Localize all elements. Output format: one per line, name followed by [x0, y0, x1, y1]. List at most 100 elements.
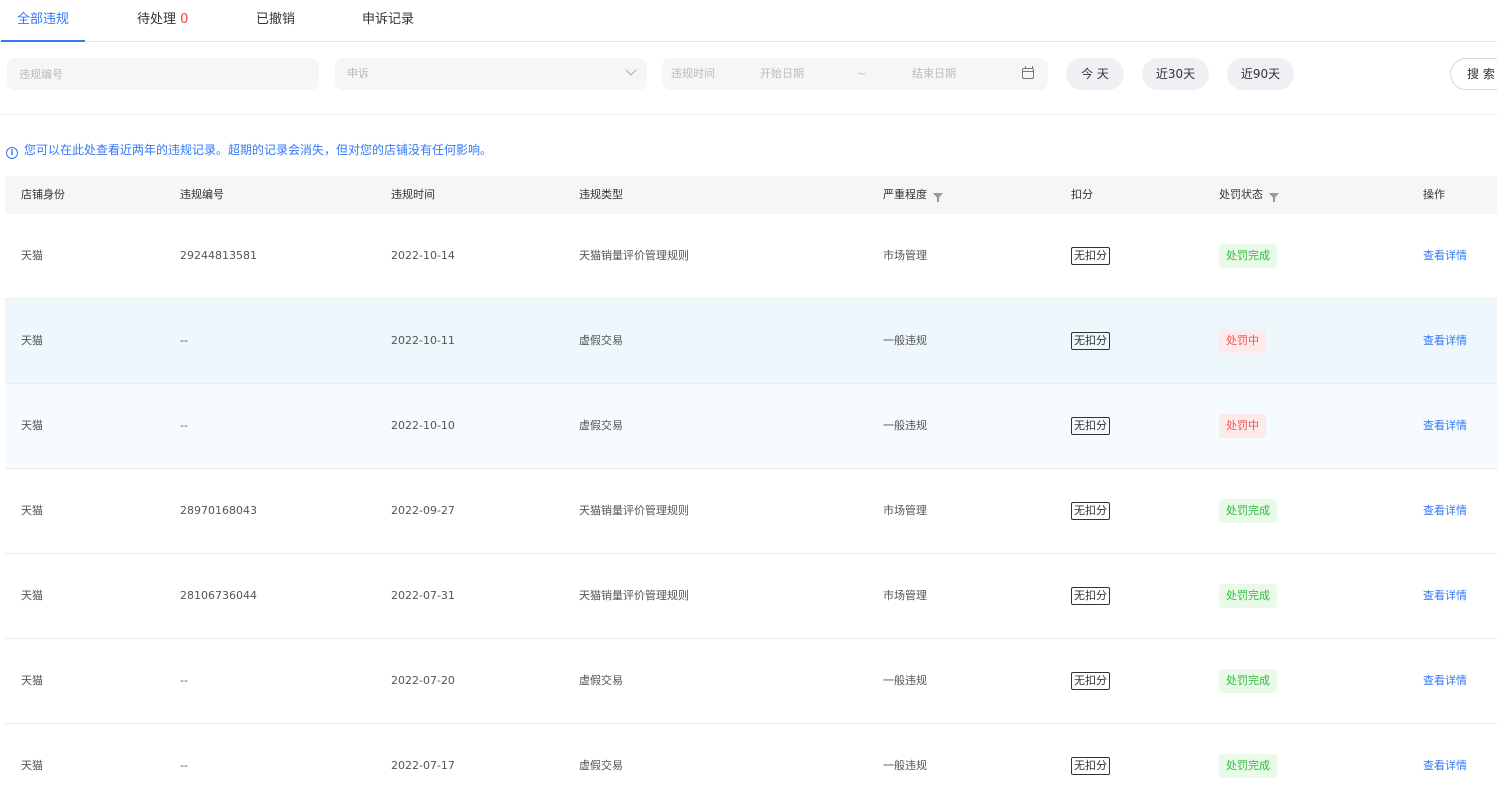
table-row: 天猫 28106736044 2022-07-31 天猫销量评价管理规则 市场管理 无扣分… [5, 554, 1497, 639]
cell-penalty-status: 处罚完成 [1219, 469, 1277, 553]
column-header-label: 处罚状态 [1219, 188, 1263, 201]
quick-90-days-button[interactable]: 近90天 [1227, 58, 1294, 90]
cell-deduction: 无扣分 [1071, 554, 1110, 638]
table-row: 天猫 28970168043 2022-09-27 天猫销量评价管理规则 市场管理 无扣分… [5, 469, 1497, 554]
cell-action: 查看详情 [1423, 384, 1467, 468]
view-details-link[interactable]: 查看详情 [1423, 759, 1467, 772]
column-header-severity: 严重程度 [883, 176, 943, 214]
cell-deduction: 无扣分 [1071, 214, 1110, 298]
cell-violation-id: -- [180, 334, 188, 347]
info-icon: i [6, 147, 18, 159]
deduction-tag: 无扣分 [1071, 332, 1110, 350]
column-header-action: 操作 [1423, 188, 1445, 201]
cell-action: 查看详情 [1423, 554, 1467, 638]
column-header-violation-id: 违规编号 [180, 188, 224, 201]
cell-penalty-status: 处罚中 [1219, 299, 1266, 383]
cell-violation-type: 虚假交易 [579, 334, 623, 347]
violation-id-input[interactable] [7, 58, 319, 90]
search-button[interactable]: 搜 索 [1450, 58, 1497, 90]
column-header-shop-identity: 店铺身份 [21, 188, 65, 201]
cell-violation-time: 2022-07-20 [391, 674, 455, 687]
cell-severity: 一般违规 [883, 674, 927, 687]
cell-violation-id: -- [180, 759, 188, 772]
date-range-separator: ~ [857, 67, 867, 80]
deduction-tag: 无扣分 [1071, 587, 1110, 605]
appeal-select[interactable]: 申诉 [335, 58, 647, 90]
cell-shop-identity: 天猫 [21, 249, 43, 262]
deduction-tag: 无扣分 [1071, 757, 1110, 775]
deduction-tag: 无扣分 [1071, 672, 1110, 690]
tab-revoked[interactable]: 已撤销 [256, 0, 295, 42]
column-header-violation-time: 违规时间 [391, 188, 435, 201]
calendar-icon[interactable] [1022, 66, 1034, 79]
filter-icon[interactable] [933, 193, 943, 202]
end-date-input[interactable]: 结束日期 [912, 58, 956, 90]
view-details-link[interactable]: 查看详情 [1423, 504, 1467, 517]
status-badge: 处罚完成 [1219, 244, 1277, 268]
chevron-down-icon [625, 64, 637, 76]
cell-penalty-status: 处罚完成 [1219, 554, 1277, 638]
table-row: 天猫 -- 2022-07-20 虚假交易 一般违规 无扣分 处罚完成 查看详情 [5, 639, 1497, 724]
status-badge: 处罚完成 [1219, 754, 1277, 778]
status-badge: 处罚中 [1219, 414, 1266, 438]
quick-30-days-button[interactable]: 近30天 [1142, 58, 1209, 90]
table-body: 天猫 29244813581 2022-10-14 天猫销量评价管理规则 市场管理 无扣分… [5, 214, 1497, 803]
cell-violation-time: 2022-07-31 [391, 589, 455, 602]
cell-deduction: 无扣分 [1071, 469, 1110, 553]
deduction-tag: 无扣分 [1071, 247, 1110, 265]
cell-shop-identity: 天猫 [21, 334, 43, 347]
cell-penalty-status: 处罚中 [1219, 384, 1266, 468]
cell-violation-type: 天猫销量评价管理规则 [579, 249, 689, 262]
tab-appeal-records[interactable]: 申诉记录 [362, 0, 414, 42]
cell-violation-id: -- [180, 419, 188, 432]
cell-severity: 一般违规 [883, 759, 927, 772]
table-row: 天猫 -- 2022-10-10 虚假交易 一般违规 无扣分 处罚中 查看详情 [5, 384, 1497, 469]
cell-shop-identity: 天猫 [21, 589, 43, 602]
tab-all-violations[interactable]: 全部违规 [0, 0, 86, 42]
tab-label: 待处理 [137, 12, 177, 27]
divider [0, 114, 1497, 115]
quick-today-button[interactable]: 今 天 [1066, 58, 1124, 90]
cell-deduction: 无扣分 [1071, 384, 1110, 468]
cell-violation-type: 虚假交易 [579, 419, 623, 432]
cell-penalty-status: 处罚完成 [1219, 639, 1277, 723]
view-details-link[interactable]: 查看详情 [1423, 249, 1467, 262]
column-header-penalty-status: 处罚状态 [1219, 176, 1279, 214]
cell-violation-time: 2022-10-11 [391, 334, 455, 347]
table-row: 天猫 -- 2022-10-11 虚假交易 一般违规 无扣分 处罚中 查看详情 [5, 299, 1497, 384]
cell-violation-time: 2022-10-10 [391, 419, 455, 432]
table-header: 店铺身份 违规编号 违规时间 违规类型 严重程度 扣分 处罚状态 操作 [5, 176, 1497, 214]
cell-violation-id: 28106736044 [180, 589, 257, 602]
column-header-label: 严重程度 [883, 188, 927, 201]
cell-action: 查看详情 [1423, 639, 1467, 723]
cell-violation-time: 2022-10-14 [391, 249, 455, 262]
cell-action: 查看详情 [1423, 724, 1467, 803]
cell-severity: 一般违规 [883, 419, 927, 432]
cell-violation-time: 2022-09-27 [391, 504, 455, 517]
cell-deduction: 无扣分 [1071, 724, 1110, 803]
tab-pending[interactable]: 待处理 0 [137, 0, 188, 42]
view-details-link[interactable]: 查看详情 [1423, 419, 1467, 432]
table-row: 天猫 29244813581 2022-10-14 天猫销量评价管理规则 市场管理 无扣分… [5, 214, 1497, 299]
cell-shop-identity: 天猫 [21, 504, 43, 517]
view-details-link[interactable]: 查看详情 [1423, 334, 1467, 347]
filter-icon[interactable] [1269, 193, 1279, 202]
start-date-input[interactable]: 开始日期 [760, 58, 804, 90]
view-details-link[interactable]: 查看详情 [1423, 589, 1467, 602]
date-range-picker[interactable]: 违规时间 开始日期 ~ 结束日期 [662, 58, 1048, 90]
cell-action: 查看详情 [1423, 299, 1467, 383]
pending-count-badge: 0 [180, 12, 189, 27]
cell-violation-time: 2022-07-17 [391, 759, 455, 772]
cell-violation-type: 天猫销量评价管理规则 [579, 589, 689, 602]
deduction-tag: 无扣分 [1071, 502, 1110, 520]
cell-severity: 市场管理 [883, 504, 927, 517]
cell-violation-type: 天猫销量评价管理规则 [579, 504, 689, 517]
appeal-select-value: 申诉 [347, 67, 369, 80]
table-row: 天猫 -- 2022-07-17 虚假交易 一般违规 无扣分 处罚完成 查看详情 [5, 724, 1497, 803]
status-badge: 处罚中 [1219, 329, 1266, 353]
cell-penalty-status: 处罚完成 [1219, 214, 1277, 298]
violation-id-field-wrapper [7, 58, 319, 90]
info-notice: i 您可以在此处查看近两年的违规记录。超期的记录会消失，但对您的店铺没有任何影响。 [6, 141, 492, 159]
cell-deduction: 无扣分 [1071, 299, 1110, 383]
view-details-link[interactable]: 查看详情 [1423, 674, 1467, 687]
